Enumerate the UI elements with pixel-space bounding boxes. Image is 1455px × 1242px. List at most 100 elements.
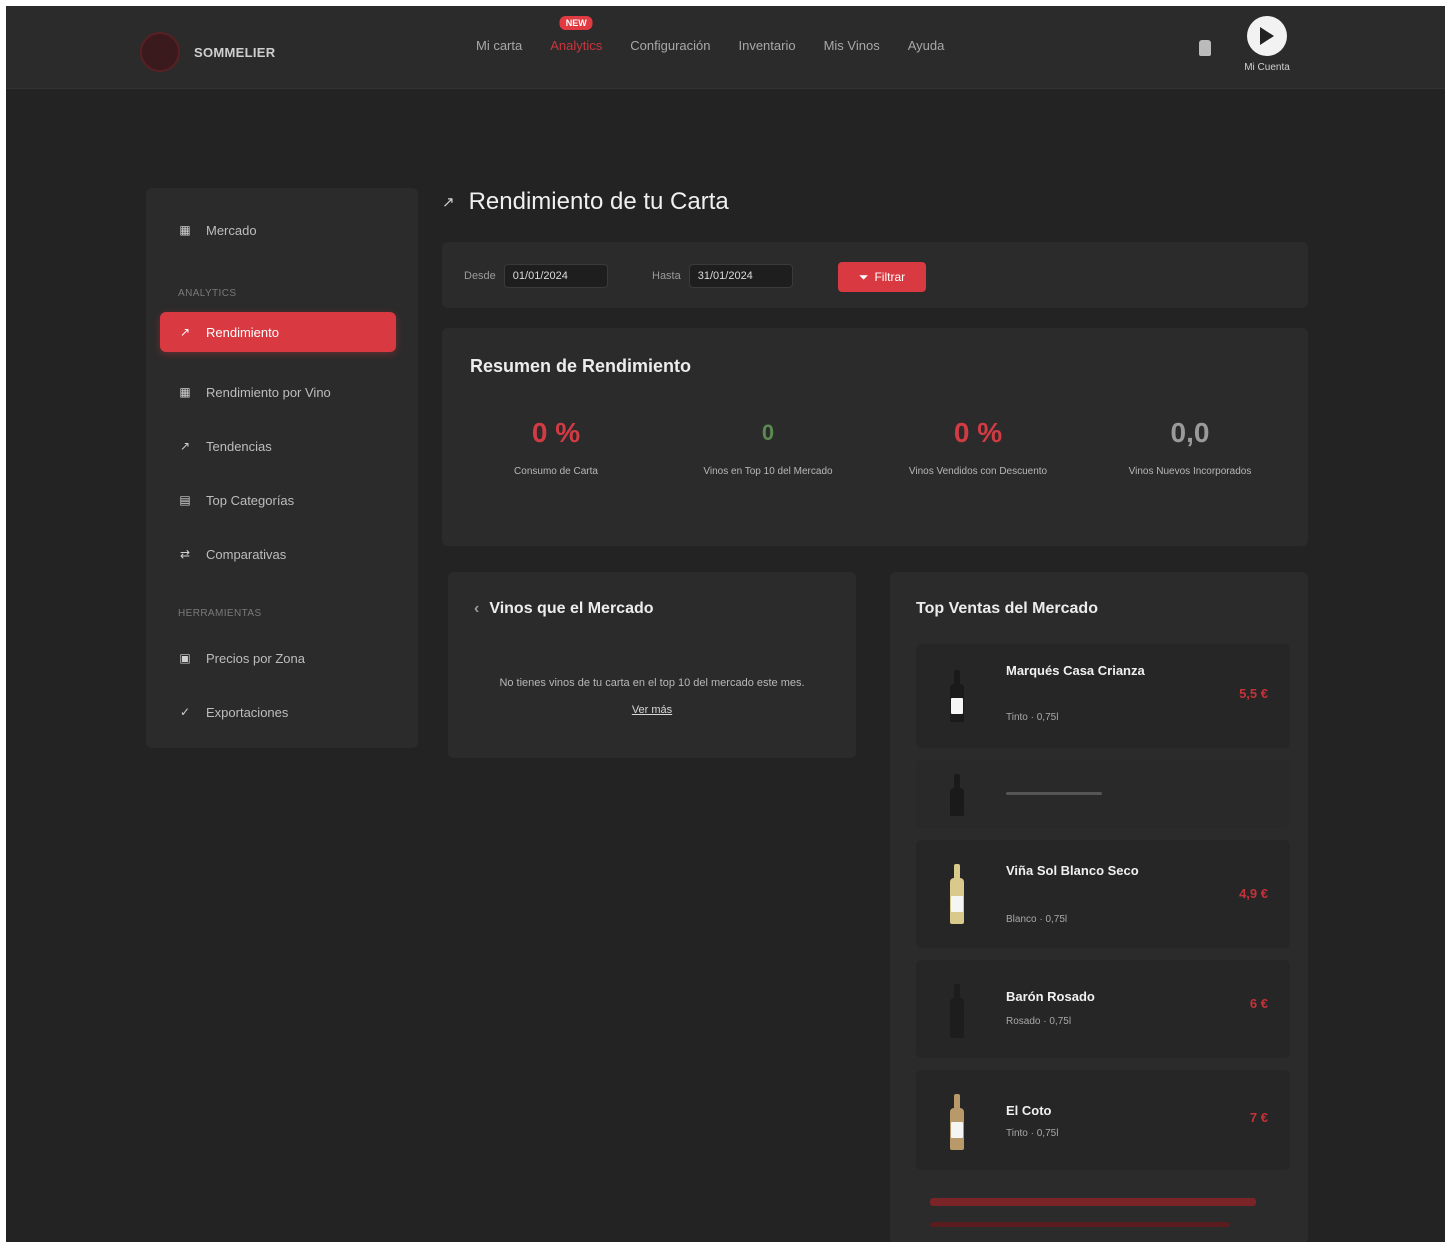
sidebar-item-performance[interactable]: ↗ Rendimiento — [160, 312, 396, 352]
bottle-icon — [950, 774, 964, 816]
top-sales-title: Top Ventas del Mercado — [916, 600, 1098, 617]
export-icon: ✓ — [179, 705, 191, 719]
wine-row[interactable]: Viña Sol Blanco Seco Blanco · 0,75l 4,9 … — [916, 840, 1290, 948]
nav-item-menu[interactable]: Mi carta — [476, 38, 522, 53]
metric-label: Vinos en Top 10 del Mercado — [703, 466, 833, 477]
grid-icon: ▦ — [179, 385, 191, 399]
see-more-link[interactable]: Ver más — [448, 697, 856, 724]
metric-value: 0 % — [953, 417, 1003, 448]
chart-icon: ↗ — [179, 325, 191, 339]
market-card-title: ‹ Vinos que el Mercado — [474, 600, 654, 618]
loading-bar — [1006, 792, 1102, 795]
nav-item-help[interactable]: Ayuda — [908, 38, 945, 53]
filter-button-label: Filtrar — [874, 270, 906, 284]
compare-icon: ⇄ — [179, 547, 191, 561]
date-from-input[interactable]: 01/01/2024 — [503, 264, 608, 288]
tag-icon: ▣ — [179, 651, 191, 665]
user-menu[interactable]: Mi Cuenta — [1232, 16, 1302, 73]
wine-row[interactable]: Marqués Casa Crianza Tinto · 0,75l 5,5 € — [916, 644, 1290, 748]
sidebar-item-label: Top Categorías — [206, 492, 295, 508]
filter-to: Hasta 31/01/2024 — [652, 264, 793, 288]
metric-value: 0 % — [531, 417, 581, 448]
user-name: Mi Cuenta — [1244, 62, 1290, 73]
category-icon: ▤ — [179, 493, 191, 507]
sidebar-section-analytics: ANALYTICS — [178, 288, 237, 299]
metric-discount-wines: 0 % Vinos Vendidos con Descuento — [898, 416, 1058, 481]
metric-new-wines: 0,0 Vinos Nuevos Incorporados — [1110, 416, 1270, 481]
store-icon: ▦ — [179, 223, 191, 237]
filter-from: Desde 01/01/2024 — [464, 264, 608, 288]
metric-label: Vinos Vendidos con Descuento — [908, 466, 1048, 477]
wine-row[interactable]: Barón Rosado Rosado · 0,75l 6 € — [916, 960, 1290, 1058]
loading-bar — [930, 1222, 1230, 1227]
sidebar-item-label: Rendimiento — [206, 324, 279, 340]
wine-sub: Tinto · 0,75l — [1006, 712, 1059, 723]
sidebar-item-label: Precios por Zona — [206, 650, 305, 666]
sidebar-item-label: Rendimiento por Vino — [206, 384, 331, 400]
sidebar-section-tools: HERRAMIENTAS — [178, 608, 262, 619]
wine-sub: Rosado · 0,75l — [1006, 1016, 1072, 1027]
app-window: SOMMELIER Mi carta NEW Analytics Configu… — [6, 6, 1445, 1242]
market-wines-card: ‹ Vinos que el Mercado No tienes vinos de… — [448, 572, 856, 758]
sidebar: ▦ Mercado ANALYTICS ↗ Rendimiento ▦ Rend… — [146, 188, 418, 748]
market-card-title-text: Vinos que el Mercado — [489, 600, 654, 617]
metric-label: Vinos Nuevos Incorporados — [1128, 466, 1252, 477]
sidebar-item-zone-prices[interactable]: ▣ Precios por Zona — [160, 638, 396, 678]
bell-icon[interactable] — [1199, 40, 1211, 56]
wine-name: El Coto — [1006, 1103, 1052, 1118]
filter-bar: Desde 01/01/2024 Hasta 31/01/2024 ⏷ Filt… — [442, 242, 1308, 308]
wine-icon: ‹ — [474, 600, 480, 617]
app-name: SOMMELIER — [194, 44, 276, 60]
logo[interactable]: SOMMELIER — [140, 32, 275, 72]
sidebar-item-label: Exportaciones — [206, 704, 289, 720]
bottle-icon — [950, 864, 964, 924]
nav-item-analytics[interactable]: NEW Analytics — [550, 16, 603, 53]
loading-bar — [930, 1198, 1256, 1206]
bottle-icon — [950, 670, 964, 722]
wine-name: Viña Sol Blanco Seco — [1006, 863, 1139, 878]
page-title: Rendimiento de tu Carta — [468, 188, 729, 215]
wine-price: 5,5 € — [1239, 686, 1268, 701]
metric-carta-consumption: 0 % Consumo de Carta — [476, 416, 636, 481]
summary-card: Resumen de Rendimiento 0 % Consumo de Ca… — [442, 328, 1308, 546]
sidebar-item-wine-performance[interactable]: ▦ Rendimiento por Vino — [160, 372, 396, 412]
filter-button[interactable]: ⏷ Filtrar — [838, 262, 926, 292]
sidebar-item-top-categories[interactable]: ▤ Top Categorías — [160, 480, 396, 520]
trend-icon: ↗ — [179, 439, 191, 453]
nav-item-wines[interactable]: Mis Vinos — [824, 38, 880, 53]
sidebar-item-label: Comparativas — [206, 546, 287, 562]
market-empty-state: No tienes vinos de tu carta en el top 10… — [448, 670, 856, 724]
date-to-input[interactable]: 31/01/2024 — [688, 264, 793, 288]
sidebar-item-label: Mercado — [206, 222, 257, 238]
sidebar-item-label: Tendencias — [206, 438, 272, 454]
sidebar-item-trends[interactable]: ↗ Tendencias — [160, 426, 396, 466]
wine-price: 4,9 € — [1239, 886, 1268, 901]
wine-sub: Tinto · 0,75l — [1006, 1128, 1059, 1139]
wine-sub: Blanco · 0,75l — [1006, 914, 1068, 925]
nav-badge: NEW — [559, 16, 593, 30]
main-nav: Mi carta NEW Analytics Configuración Inv… — [476, 16, 945, 53]
metric-top10-wines: 0 Vinos en Top 10 del Mercado — [688, 416, 848, 481]
nav-item-inventory[interactable]: Inventario — [738, 38, 795, 53]
wine-row[interactable]: El Coto Tinto · 0,75l 7 € — [916, 1070, 1290, 1170]
nav-item-analytics-label: Analytics — [550, 38, 603, 53]
empty-message: No tienes vinos de tu carta en el top 10… — [499, 677, 805, 689]
sidebar-item-exports[interactable]: ✓ Exportaciones — [160, 692, 396, 732]
filter-to-label: Hasta — [652, 270, 681, 282]
bottle-icon — [950, 1094, 964, 1150]
summary-title: Resumen de Rendimiento — [470, 356, 692, 376]
chart-icon: ↗ — [442, 194, 455, 211]
metric-value: 0 — [761, 420, 775, 445]
bottle-icon — [950, 984, 964, 1038]
wine-name: Barón Rosado — [1006, 989, 1095, 1004]
wine-name: Marqués Casa Crianza — [1006, 663, 1145, 678]
sidebar-item-market[interactable]: ▦ Mercado — [160, 210, 396, 250]
sidebar-item-comparisons[interactable]: ⇄ Comparativas — [160, 534, 396, 574]
nav-item-settings[interactable]: Configuración — [630, 38, 710, 53]
wine-row-placeholder — [916, 760, 1290, 828]
avatar — [1247, 16, 1287, 56]
wine-price: 6 € — [1249, 996, 1268, 1011]
metric-label: Consumo de Carta — [514, 466, 598, 477]
logo-icon — [140, 32, 180, 72]
metric-value: 0,0 — [1170, 417, 1210, 448]
